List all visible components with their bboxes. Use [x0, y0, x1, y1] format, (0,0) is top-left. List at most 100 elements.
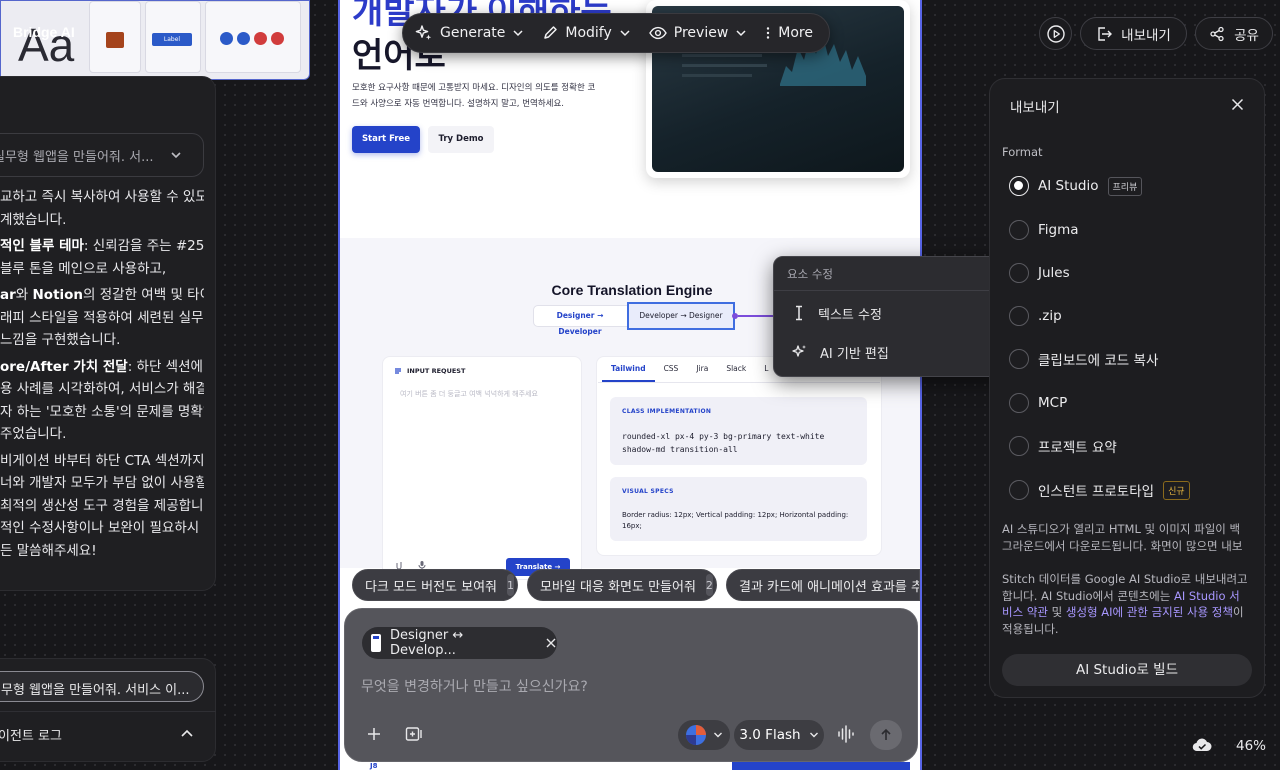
agent-log-toggle[interactable]: 이전트 로그 [0, 725, 62, 744]
output-tabs: Tailwind CSS Jira Slack L [602, 362, 777, 382]
chevron-up-icon[interactable] [180, 727, 194, 741]
export-panel-title: 내보내기 [1010, 100, 1060, 116]
modify-label: Modify [565, 25, 612, 41]
radio[interactable] [1009, 480, 1029, 500]
new-badge: 신규 [1163, 480, 1190, 500]
chevron-down-icon [735, 27, 747, 39]
export-label: 내보내기 [1121, 27, 1171, 44]
model-selector[interactable]: 3.0 Flash [734, 720, 824, 750]
radio[interactable] [1009, 263, 1029, 283]
format-label: Format [1002, 145, 1043, 159]
preview-badge: 프리뷰 [1107, 176, 1143, 196]
mobile-frame-icon [370, 633, 382, 653]
agent-log-label: 이전트 로그 [0, 729, 62, 744]
text-edit-option[interactable]: 텍스트 수정 [792, 301, 882, 325]
export-button[interactable]: 내보내기 [1080, 17, 1187, 50]
context-chip-label: Designer ↔ Develop... [390, 628, 464, 658]
export-option-project-summary[interactable]: 프로젝트 요약 [1009, 435, 1117, 457]
modify-menu[interactable]: Modify [542, 25, 630, 41]
radio[interactable] [1009, 393, 1029, 413]
suggestion-chip[interactable]: 모바일 대응 화면도 만들어줘 2 [527, 569, 717, 601]
sparkle-icon [792, 344, 808, 360]
chevron-down-icon [713, 730, 723, 740]
conversation-select-label: 실무형 웹앱을 만들어줘. 서... [0, 150, 154, 165]
visual-specs-label: VISUAL SPECS [622, 488, 674, 495]
model-avatar-icon [685, 724, 707, 746]
export-option-mcp[interactable]: MCP [1009, 392, 1067, 414]
model-avatar-selector[interactable] [678, 720, 730, 750]
export-option-jules[interactable]: Jules [1009, 262, 1070, 284]
popup-title: 요소 수정 [787, 267, 833, 281]
model-label: 3.0 Flash [739, 727, 801, 743]
tab-tailwind[interactable]: Tailwind [602, 362, 655, 382]
build-in-ai-studio-button[interactable]: AI Studio로 빌드 [1002, 654, 1252, 686]
more-menu[interactable]: More [765, 25, 813, 41]
share-icon [1209, 26, 1225, 42]
radio[interactable] [1009, 436, 1029, 456]
icon-chip [205, 1, 301, 73]
export-option-instant-prototype[interactable]: 인스턴트 프로토타입 신규 [1009, 479, 1190, 501]
chevron-down-icon [809, 730, 819, 740]
policy-link[interactable]: 생성형 AI에 관한 금지된 사용 정책 [1066, 605, 1233, 619]
play-icon [1046, 24, 1065, 43]
share-label: 공유 [1234, 27, 1259, 44]
cloud-saved-icon[interactable] [1192, 737, 1212, 753]
preview-menu[interactable]: Preview [648, 25, 748, 41]
pencil-icon [542, 25, 558, 41]
tab-css[interactable]: CSS [655, 362, 688, 382]
play-button[interactable] [1039, 17, 1072, 50]
prompt-input[interactable]: 무엇을 변경하거나 만들고 싶으신가요? [361, 676, 588, 696]
export-option-zip[interactable]: .zip [1009, 305, 1062, 327]
export-option-ai-studio[interactable]: AI Studio 프리뷰 [1009, 175, 1143, 197]
selection-connector [738, 315, 776, 317]
ai-edit-label: AI 기반 편집 [820, 346, 889, 362]
radio-selected[interactable] [1009, 176, 1029, 196]
radio[interactable] [1009, 220, 1029, 240]
color-swatch-chip [89, 1, 141, 73]
suggestion-shortcut-badge: 2 [705, 574, 713, 596]
chevron-down-icon [512, 27, 524, 39]
preview-label: Preview [673, 25, 729, 41]
toggle-developer-to-designer[interactable]: Developer → Designer [627, 302, 735, 330]
zoom-level[interactable]: 46% [1236, 738, 1266, 754]
add-icon[interactable] [366, 726, 382, 742]
export-option-figma[interactable]: Figma [1009, 219, 1079, 241]
message-paragraph: 적인 블루 테마: 신뢰감을 주는 #256 블루 톤을 메인으로 사용하고, [0, 238, 204, 277]
footer-bar [732, 762, 910, 770]
divider [0, 711, 216, 712]
tab-slack[interactable]: Slack [717, 362, 755, 382]
toggle-designer-to-developer[interactable]: Designer → Developer [536, 308, 624, 336]
radio[interactable] [1009, 349, 1029, 369]
label-sample: Label [152, 33, 192, 46]
more-vertical-icon [765, 26, 771, 40]
ai-edit-option[interactable]: AI 기반 편집 [792, 340, 889, 364]
text-cursor-icon [792, 305, 806, 321]
recent-prompt-pill[interactable]: 무형 웹앱을 만들어줘. 서비스 이... [0, 671, 204, 702]
suggestion-chip[interactable]: 다크 모드 버전도 보여줘 1 [352, 569, 518, 601]
footer-tag: J8 [370, 762, 378, 770]
close-icon[interactable] [1231, 98, 1244, 111]
generate-label: Generate [440, 25, 506, 41]
try-demo-button[interactable]: Try Demo [428, 126, 494, 153]
sparkle-icon [415, 24, 433, 42]
message-paragraph: 비게이션 바부터 하단 CTA 섹션까지, 너와 개발자 모두가 부담 없이 사… [0, 452, 204, 559]
tab-jira[interactable]: Jira [687, 362, 717, 382]
close-icon[interactable] [545, 637, 557, 649]
share-button[interactable]: 공유 [1195, 17, 1273, 50]
start-free-button[interactable]: Start Free [352, 126, 420, 153]
message-paragraph: ore/After 가치 전달: 하단 섹션에 실 용 사례를 시각화하여, 서… [0, 358, 204, 443]
context-chip[interactable]: Designer ↔ Develop... [362, 627, 557, 659]
export-option-clipboard[interactable]: 클립보드에 코드 복사 [1009, 348, 1158, 370]
visual-specs-text: Border radius: 12px; Vertical padding: 1… [622, 511, 849, 530]
voice-waveform-icon[interactable] [836, 724, 856, 744]
list-icon [394, 367, 402, 375]
hero-description: 모호한 요구사항 때문에 고통받지 마세요. 디자인의 의도를 정확한 코드와 … [352, 83, 596, 109]
input-request-field[interactable]: 여기 버튼 좀 더 둥글고 여백 넉넉하게 해주세요 [400, 389, 538, 399]
text-edit-label: 텍스트 수정 [818, 307, 882, 323]
suggestion-chip[interactable]: 결과 카드에 애니메이션 효과를 추가 [726, 569, 920, 601]
radio[interactable] [1009, 306, 1029, 326]
add-screen-icon[interactable] [405, 726, 423, 742]
conversation-select[interactable]: 실무형 웹앱을 만들어줘. 서... [0, 133, 204, 177]
send-button[interactable] [870, 720, 902, 750]
generate-menu[interactable]: Generate [415, 24, 524, 42]
